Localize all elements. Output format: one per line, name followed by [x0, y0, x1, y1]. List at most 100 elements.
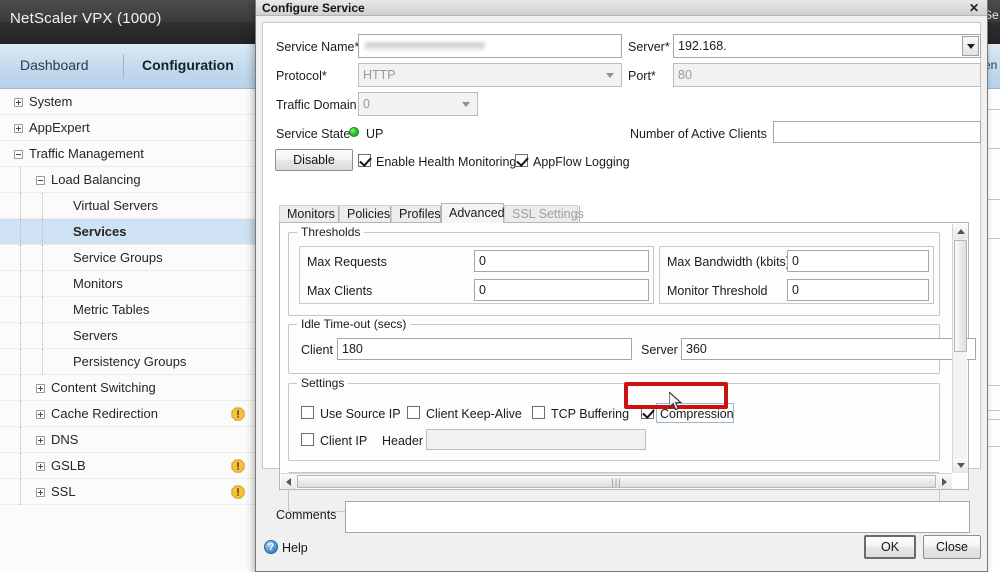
- sidebar-item-services[interactable]: Services: [0, 219, 255, 245]
- expand-icon[interactable]: [36, 410, 45, 420]
- client-keep-alive-checkbox[interactable]: [407, 406, 420, 419]
- sidebar-item-cache-redirection[interactable]: Cache Redirection: [0, 401, 255, 427]
- tree-guide-line: [42, 297, 43, 323]
- configure-service-dialog: Configure Service ✕ Service Name* Server…: [255, 0, 988, 572]
- scroll-right-button[interactable]: [937, 474, 952, 489]
- sidebar-item-gslb[interactable]: GSLB: [0, 453, 255, 479]
- expand-icon[interactable]: [36, 384, 45, 394]
- chevron-down-icon: [462, 102, 470, 107]
- sidebar-item-metric-tables[interactable]: Metric Tables: [0, 297, 255, 323]
- dialog-tab-monitors[interactable]: Monitors: [279, 205, 339, 223]
- expand-icon[interactable]: [14, 124, 23, 134]
- scroll-down-button[interactable]: [953, 458, 968, 473]
- tree-guide-line: [20, 219, 21, 245]
- tree-guide-line: [20, 349, 21, 375]
- tree-guide-line: [20, 193, 21, 219]
- max-requests-input[interactable]: 0: [474, 250, 649, 272]
- tcp-buffering-label[interactable]: TCP Buffering: [551, 407, 629, 421]
- max-bandwidth-input[interactable]: 0: [787, 250, 929, 272]
- sidebar-item-ssl[interactable]: SSL: [0, 479, 255, 505]
- dialog-title: Configure Service: [262, 1, 365, 15]
- tree-guide-line: [20, 401, 21, 427]
- monitor-threshold-input[interactable]: 0: [787, 279, 929, 301]
- sidebar-item-label: Traffic Management: [29, 146, 144, 161]
- compression-checkbox[interactable]: [641, 406, 654, 419]
- vertical-scrollbar-thumb[interactable]: [954, 240, 967, 352]
- tree-guide-line: [20, 453, 21, 479]
- scroll-up-button[interactable]: [953, 224, 968, 239]
- tree-guide-line: [42, 349, 43, 375]
- collapse-icon[interactable]: [14, 150, 23, 160]
- sidebar-item-servers[interactable]: Servers: [0, 323, 255, 349]
- horizontal-scrollbar[interactable]: |||: [281, 473, 952, 489]
- tree-guide-line: [20, 479, 21, 505]
- sidebar-item-content-switching[interactable]: Content Switching: [0, 375, 255, 401]
- max-clients-input[interactable]: 0: [474, 279, 649, 301]
- sidebar-item-appexpert[interactable]: AppExpert: [0, 115, 255, 141]
- expand-icon[interactable]: [36, 462, 45, 472]
- header-input[interactable]: [426, 429, 646, 450]
- traffic-domain-value: 0: [363, 96, 370, 111]
- appflow-logging-checkbox[interactable]: [515, 154, 528, 167]
- settings-legend: Settings: [297, 376, 349, 390]
- tree-guide-line: [20, 323, 21, 349]
- idle-server-input[interactable]: 360: [681, 338, 976, 360]
- sidebar-item-monitors[interactable]: Monitors: [0, 271, 255, 297]
- dialog-tab-ssl-settings: SSL Settings: [504, 205, 584, 223]
- sidebar-item-system[interactable]: System: [0, 89, 255, 115]
- sidebar-item-load-balancing[interactable]: Load Balancing: [0, 167, 255, 193]
- thresholds-group: Thresholds Max Requests 0 Max Clients 0 …: [288, 225, 940, 316]
- monitor-threshold-label: Monitor Threshold: [667, 284, 768, 298]
- tab-dashboard[interactable]: Dashboard: [20, 57, 89, 73]
- vertical-scrollbar[interactable]: [952, 224, 968, 473]
- enable-health-monitoring-label[interactable]: Enable Health Monitoring: [376, 155, 516, 169]
- app-title: NetScaler VPX (1000): [10, 10, 162, 27]
- dialog-titlebar: Configure Service ✕: [256, 0, 987, 16]
- sidebar-item-traffic-management[interactable]: Traffic Management: [0, 141, 255, 167]
- help-link[interactable]: Help: [282, 541, 308, 555]
- server-input[interactable]: 192.168.: [673, 34, 981, 58]
- protocol-select[interactable]: HTTP: [358, 63, 622, 87]
- grip-icon: |||: [611, 476, 622, 487]
- collapse-icon[interactable]: [36, 176, 45, 186]
- disable-button[interactable]: Disable: [275, 149, 353, 171]
- settings-group: Settings Use Source IP Client Keep-Alive…: [288, 376, 940, 461]
- enable-health-monitoring-checkbox[interactable]: [358, 154, 371, 167]
- dialog-tab-profiles[interactable]: Profiles: [391, 205, 441, 223]
- max-clients-value: 0: [479, 282, 486, 297]
- sidebar-item-service-groups[interactable]: Service Groups: [0, 245, 255, 271]
- sidebar-item-persistency-groups[interactable]: Persistency Groups: [0, 349, 255, 375]
- use-source-ip-label[interactable]: Use Source IP: [320, 407, 401, 421]
- port-input[interactable]: 80: [673, 63, 981, 87]
- use-source-ip-checkbox[interactable]: [301, 406, 314, 419]
- close-icon[interactable]: ✕: [969, 1, 979, 15]
- protocol-value: HTTP: [363, 67, 396, 82]
- comments-label: Comments: [276, 508, 337, 522]
- comments-input[interactable]: [345, 501, 970, 533]
- warning-icon: [231, 485, 245, 499]
- expand-icon[interactable]: [36, 488, 45, 498]
- server-dropdown-button[interactable]: [962, 36, 979, 56]
- sidebar-item-dns[interactable]: DNS: [0, 427, 255, 453]
- tab-configuration[interactable]: Configuration: [142, 57, 234, 73]
- sidebar-item-label: Cache Redirection: [51, 406, 158, 421]
- expand-icon[interactable]: [36, 436, 45, 446]
- tcp-buffering-checkbox[interactable]: [532, 406, 545, 419]
- scroll-left-button[interactable]: [281, 474, 296, 489]
- cancel-button[interactable]: Close: [923, 535, 981, 559]
- idle-client-input[interactable]: 180: [337, 338, 632, 360]
- dialog-tab-advanced[interactable]: Advanced: [441, 203, 505, 223]
- client-ip-checkbox[interactable]: [301, 433, 314, 446]
- appflow-logging-label[interactable]: AppFlow Logging: [533, 155, 630, 169]
- sidebar-item-label: Servers: [73, 328, 118, 343]
- client-ip-label[interactable]: Client IP: [320, 434, 367, 448]
- sidebar-item-virtual-servers[interactable]: Virtual Servers: [0, 193, 255, 219]
- traffic-domain-select[interactable]: 0: [358, 92, 478, 116]
- help-icon[interactable]: ?: [264, 540, 278, 554]
- dialog-tab-policies[interactable]: Policies: [339, 205, 391, 223]
- horizontal-scrollbar-thumb[interactable]: |||: [297, 475, 936, 488]
- service-name-input[interactable]: [358, 34, 622, 58]
- client-keep-alive-label[interactable]: Client Keep-Alive: [426, 407, 522, 421]
- expand-icon[interactable]: [14, 98, 23, 108]
- ok-button[interactable]: OK: [864, 535, 916, 559]
